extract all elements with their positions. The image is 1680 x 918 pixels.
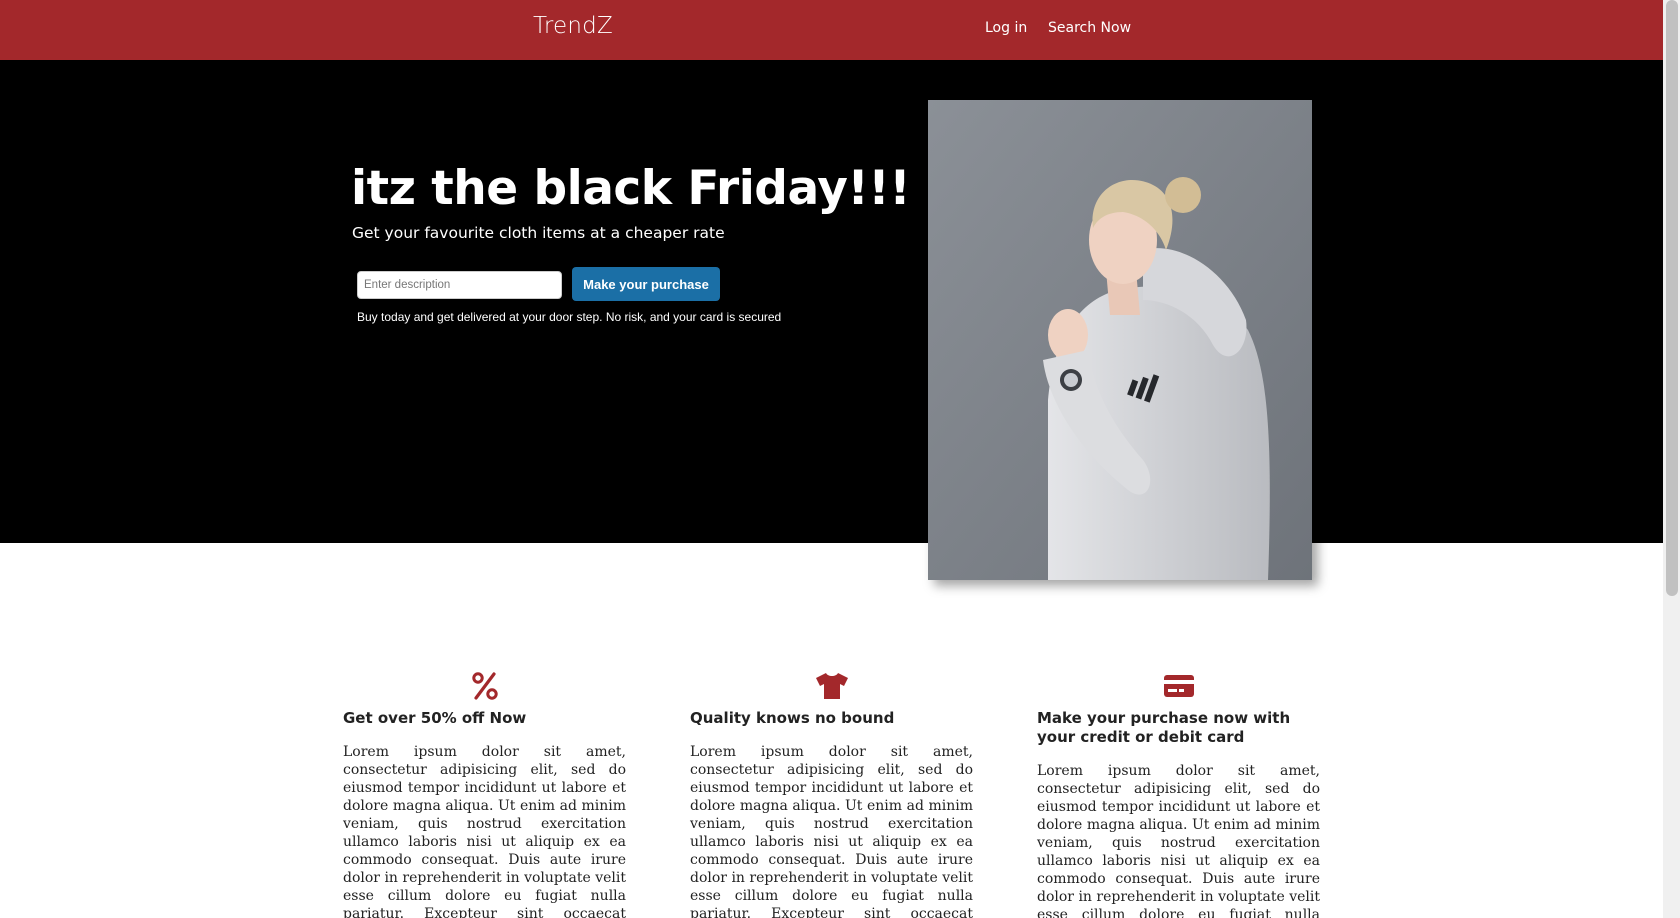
description-input[interactable] xyxy=(357,271,562,299)
hero-note: Buy today and get delivered at your door… xyxy=(357,310,782,324)
tshirt-icon xyxy=(690,671,973,701)
feature-description: Lorem ipsum dolor sit amet, consectetur … xyxy=(343,744,626,918)
feature-title: Get over 50% off Now xyxy=(343,709,527,727)
hero-product-image xyxy=(928,100,1312,580)
top-navbar: TrendZ Log in Search Now xyxy=(0,0,1663,60)
search-now-link[interactable]: Search Now xyxy=(1048,20,1131,36)
make-purchase-button[interactable]: Make your purchase xyxy=(572,267,720,301)
hero-title: itz the black Friday!!! xyxy=(351,161,911,216)
feature-description: Lorem ipsum dolor sit amet, consectetur … xyxy=(690,744,973,918)
hero-subtitle: Get your favourite cloth items at a chea… xyxy=(352,224,725,242)
credit-card-icon xyxy=(1037,671,1320,701)
feature-title: Quality knows no bound xyxy=(690,709,895,727)
brand-logo[interactable]: TrendZ xyxy=(533,13,613,39)
percent-icon xyxy=(343,671,626,701)
hero-section: itz the black Friday!!! Get your favouri… xyxy=(0,60,1663,543)
feature-description: Lorem ipsum dolor sit amet, consectetur … xyxy=(1037,763,1320,918)
login-link[interactable]: Log in xyxy=(985,20,1027,36)
woman-in-hoodie-illustration xyxy=(928,100,1312,580)
feature-title: Make your purchase now with your credit … xyxy=(1037,709,1291,746)
scrollbar-thumb[interactable] xyxy=(1666,0,1678,596)
